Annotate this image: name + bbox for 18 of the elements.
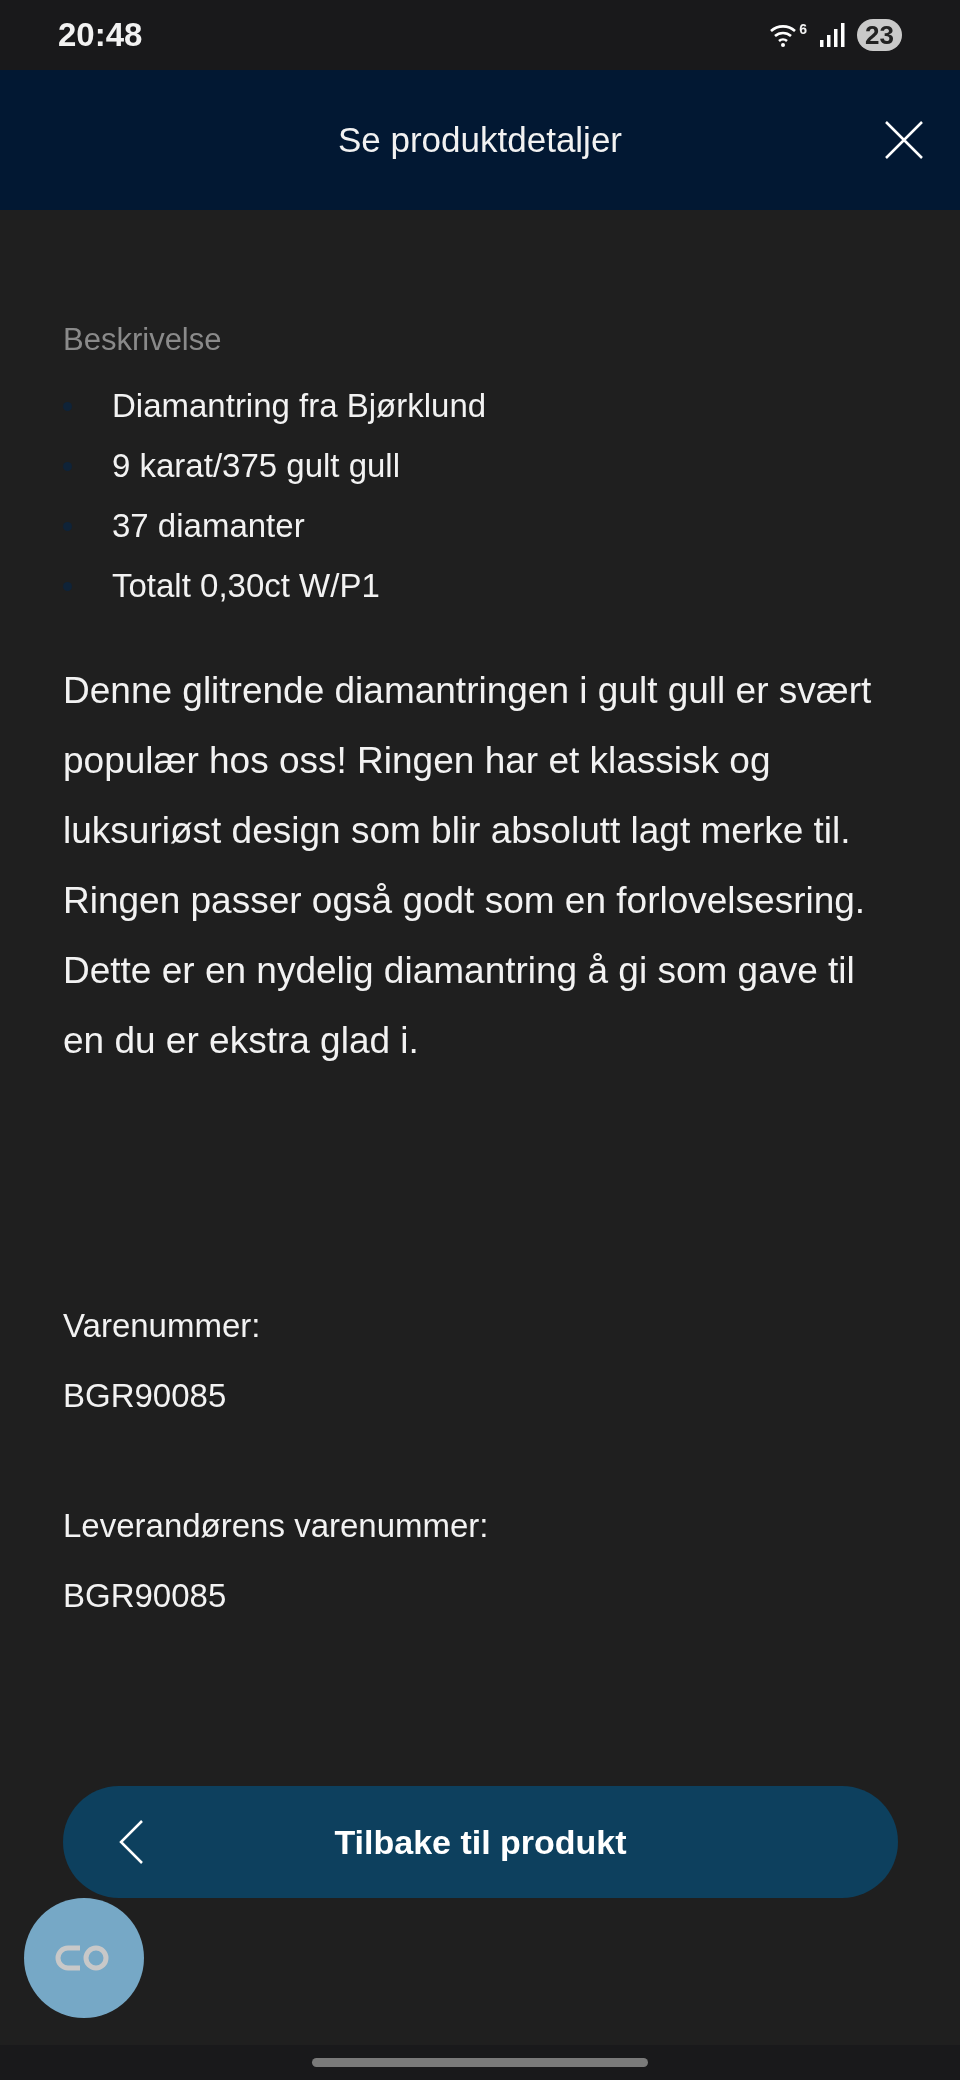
bullet-text: Totalt 0,30ct W/P1 (112, 566, 380, 607)
back-button[interactable]: Tilbake til produkt (63, 1786, 898, 1898)
signal-icon (819, 22, 846, 48)
section-heading: Beskrivelse (63, 321, 223, 359)
bullet-text: Diamantring fra Bjørklund (112, 386, 487, 427)
battery-indicator: 23 (857, 19, 902, 51)
close-button[interactable] (884, 120, 924, 160)
field-label: Varenummer: (63, 1306, 262, 1346)
status-time: 20:48 (58, 15, 143, 56)
field-value: BGR90085 (63, 1576, 228, 1616)
bullet-text: 37 diamanter (112, 506, 305, 547)
field-label: Leverandørens varenummer: (63, 1506, 490, 1546)
field-value: BGR90085 (63, 1376, 228, 1416)
description-text: Denne glitrende diamantringen i gult gull er svært populær hos oss! Ringen har et klassisk og luksuriøst design som blir absolutt lagt merke til. Ringen passer også godt som en forlovelsesring. Dette er en nydelig diamantring å gi som gave til en du er ekstra glad i. (63, 669, 873, 1063)
header-title: Se produktdetaljer (337, 118, 623, 161)
close-icon (884, 120, 924, 160)
bullet-text: 9 karat/375 gult gull (112, 446, 401, 487)
chevron-left-icon (118, 1819, 144, 1865)
